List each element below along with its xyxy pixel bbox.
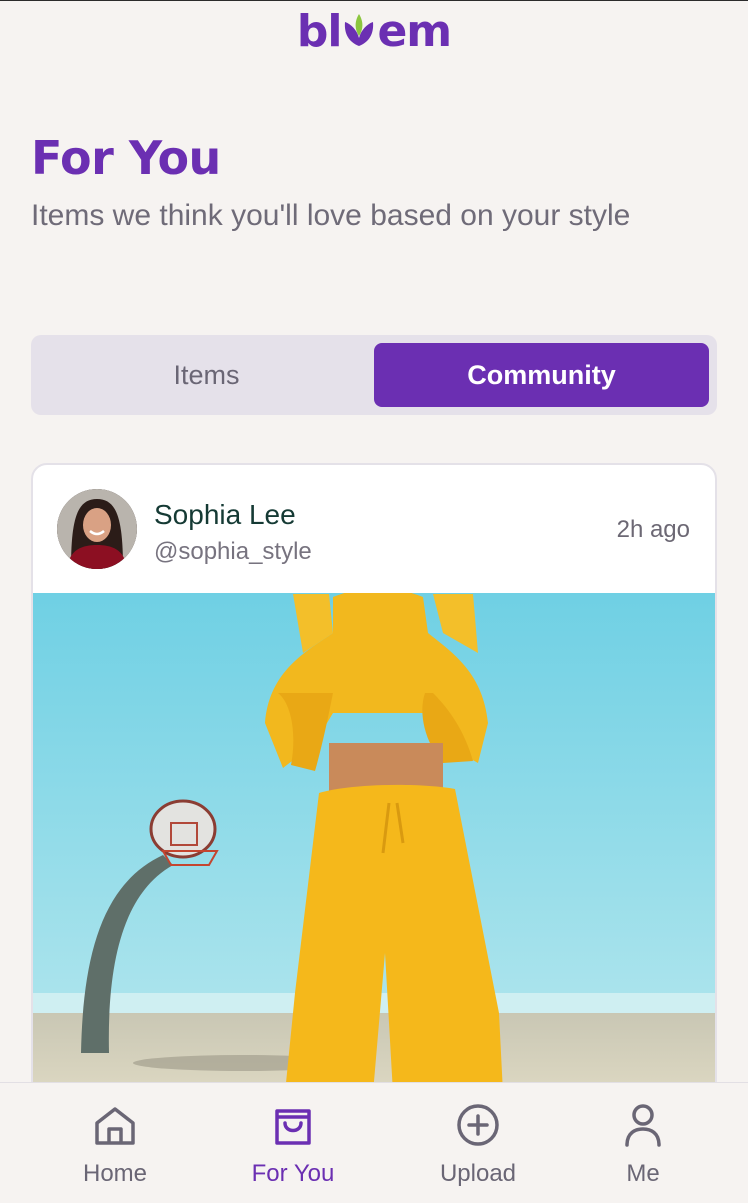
bloom-logo[interactable]: bl em bbox=[0, 6, 748, 60]
community-post-card[interactable]: Sophia Lee @sophia_style 2h ago bbox=[31, 463, 717, 1103]
nav-me-label: Me bbox=[626, 1160, 660, 1187]
nav-for-you-label: For You bbox=[251, 1160, 335, 1187]
author-name[interactable]: Sophia Lee bbox=[154, 498, 296, 532]
nav-home[interactable]: Home bbox=[30, 1083, 200, 1203]
logo-text-left: bl bbox=[296, 6, 343, 57]
plus-circle-icon bbox=[457, 1104, 499, 1146]
post-header: Sophia Lee @sophia_style 2h ago bbox=[33, 465, 715, 593]
feed-tab-switcher: Items Community bbox=[31, 335, 717, 415]
user-icon bbox=[625, 1104, 661, 1147]
nav-upload[interactable]: Upload bbox=[393, 1083, 563, 1203]
nav-for-you[interactable]: For You bbox=[208, 1083, 378, 1203]
page-subtitle: Items we think you'll love based on your… bbox=[31, 199, 631, 232]
flower-logo-icon bbox=[341, 8, 377, 60]
nav-home-label: Home bbox=[82, 1160, 148, 1187]
home-icon bbox=[95, 1107, 135, 1145]
nav-me[interactable]: Me bbox=[558, 1083, 728, 1203]
logo-text-right: em bbox=[377, 6, 452, 57]
tab-community[interactable]: Community bbox=[374, 343, 709, 407]
post-timestamp: 2h ago bbox=[616, 516, 690, 543]
page-title: For You bbox=[31, 131, 221, 185]
author-handle[interactable]: @sophia_style bbox=[154, 537, 312, 567]
nav-upload-label: Upload bbox=[439, 1160, 517, 1187]
shopping-bag-icon bbox=[275, 1109, 311, 1145]
tab-items[interactable]: Items bbox=[39, 343, 374, 407]
top-border bbox=[0, 0, 748, 1]
avatar[interactable] bbox=[57, 489, 137, 569]
post-image[interactable] bbox=[33, 593, 715, 1093]
bottom-navigation: Home For You Upload Me bbox=[0, 1082, 748, 1202]
